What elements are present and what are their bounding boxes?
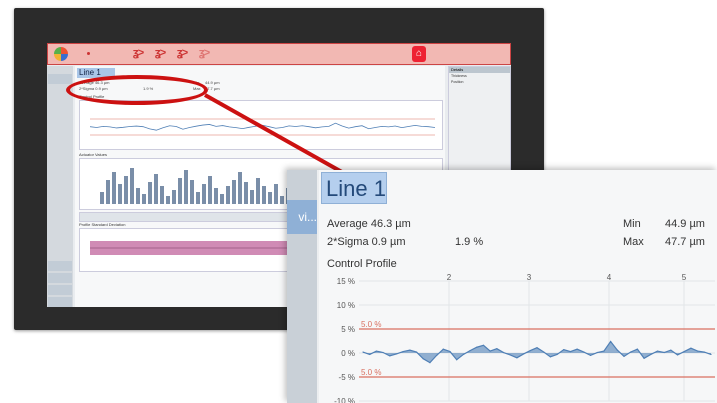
profile-point [583, 351, 585, 353]
profile-point [710, 353, 712, 356]
average-label: Average 46.3 µm [327, 218, 411, 230]
profile-point [436, 354, 438, 356]
profile-point [549, 356, 551, 358]
profile-point [630, 351, 632, 353]
profile-point [683, 350, 685, 353]
profile-point [409, 349, 411, 351]
profile-point [576, 348, 578, 350]
profile-point [529, 350, 531, 352]
profile-point [670, 349, 672, 351]
profile-point [663, 351, 665, 354]
profile-point [395, 353, 398, 355]
limit-label: 5.0 % [361, 368, 381, 377]
profile-point [650, 353, 652, 356]
profile-point [610, 340, 612, 343]
y-tick-label: -5 % [339, 373, 355, 382]
profile-point [502, 351, 505, 354]
x-tick-label: 3 [527, 273, 532, 282]
profile-point [469, 350, 471, 352]
profile-point [369, 353, 371, 356]
profile-point [482, 344, 485, 346]
profile-point [676, 354, 679, 356]
x-tick-label: 4 [607, 273, 612, 282]
profile-point [569, 350, 572, 353]
profile-point [415, 351, 418, 353]
profile-point [375, 350, 377, 352]
y-tick-label: -10 % [334, 397, 355, 403]
profile-point [362, 351, 364, 353]
control-profile-title: Control Profile [327, 258, 397, 270]
profile-point [442, 348, 444, 350]
profile-point [556, 353, 558, 356]
profile-point [382, 351, 384, 354]
zoomed-detail: vi... Line 1 Average 46.3 µm 2*Sigma 0.9… [287, 170, 717, 403]
profile-point [656, 350, 659, 352]
profile-point [402, 350, 404, 353]
profile-point [449, 350, 451, 353]
profile-point [516, 357, 518, 359]
sigma-percent: 1.9 % [455, 236, 484, 248]
profile-point [422, 358, 424, 360]
profile-point [489, 350, 491, 352]
profile-point [389, 355, 391, 357]
zoom-sidebar: vi... [287, 170, 317, 403]
y-tick-label: 5 % [341, 325, 355, 334]
zoom-main: Line 1 Average 46.3 µm 2*Sigma 0.9 µm 1.… [319, 170, 717, 403]
profile-point [603, 350, 605, 352]
profile-point [623, 355, 625, 357]
profile-point [643, 357, 645, 359]
profile-point [636, 348, 638, 350]
profile-point [536, 347, 538, 349]
profile-point [543, 351, 545, 353]
profile-point [462, 353, 464, 356]
tab-line-1-zoom[interactable]: Line 1 [321, 172, 387, 204]
sidebar-item-view[interactable]: vi... [287, 200, 317, 234]
x-tick-label: 2 [447, 273, 452, 282]
profile-point [697, 350, 699, 352]
x-tick-label: 5 [682, 273, 687, 282]
profile-point [589, 354, 592, 356]
profile-point [616, 349, 618, 351]
y-tick-label: 15 % [337, 277, 355, 286]
profile-point [690, 347, 692, 349]
profile-point [703, 351, 705, 353]
profile-point [429, 362, 431, 364]
profile-point [509, 354, 511, 356]
y-tick-label: 0 % [341, 349, 355, 358]
profile-point [476, 346, 478, 348]
max-label: Max [623, 236, 644, 248]
sigma-label: 2*Sigma 0.9 µm [327, 236, 406, 248]
profile-point [496, 348, 498, 350]
profile-point [523, 353, 525, 355]
min-label: Min [623, 218, 641, 230]
max-value: 47.7 µm [665, 236, 705, 248]
profile-point [456, 359, 458, 361]
profile-point [596, 351, 598, 354]
profile-point [563, 349, 565, 351]
min-value: 44.9 µm [665, 218, 705, 230]
y-tick-label: 10 % [337, 301, 355, 310]
control-profile-chart: 15 % 10 % 5 % 0 % -5 % -10 % 2 3 4 5 5.0 % 5.0 % [334, 273, 715, 403]
limit-label: 5.0 % [361, 320, 381, 329]
